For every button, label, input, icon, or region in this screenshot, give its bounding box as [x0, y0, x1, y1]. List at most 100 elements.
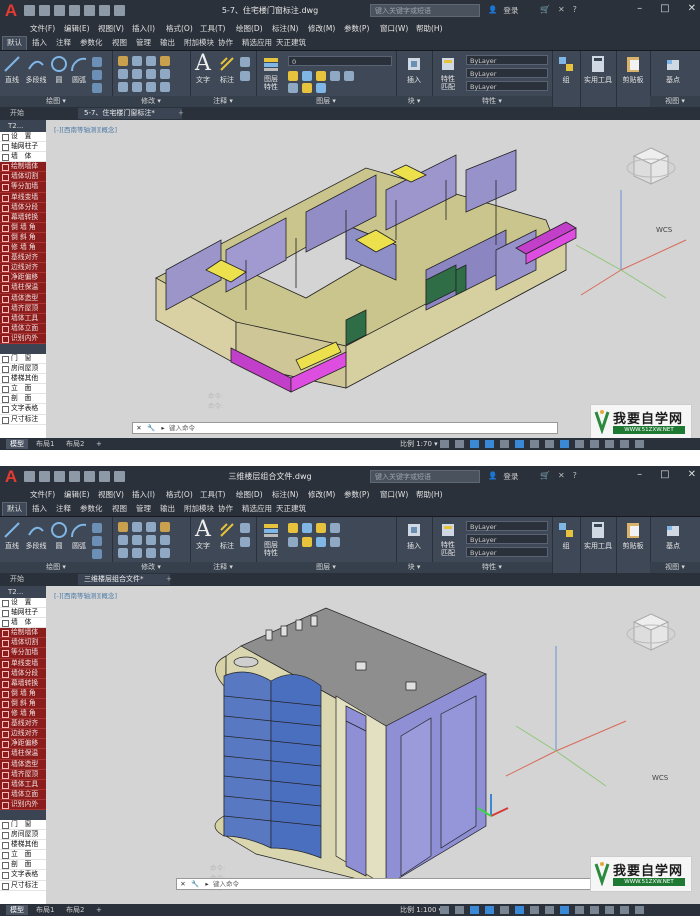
tab-featured[interactable]: 精选应用 [238, 37, 276, 48]
tab-start[interactable]: 开始 [4, 574, 30, 585]
layers-panel-label[interactable]: 图层 ▾ [256, 562, 396, 573]
search-input[interactable]: 键入关键字或短语 [370, 470, 480, 483]
expand-icon[interactable] [2, 295, 9, 303]
palette-item[interactable]: 墙体造型 [0, 759, 46, 770]
palette-item[interactable]: 墙齐屋顶 [0, 303, 46, 314]
expand-icon[interactable] [2, 245, 9, 253]
tab-annotate[interactable]: 注释 [52, 37, 75, 48]
explode-icon[interactable] [160, 69, 170, 79]
expand-icon[interactable] [2, 781, 9, 789]
stretch-icon[interactable] [118, 548, 128, 558]
viewcube-icon[interactable] [626, 138, 676, 218]
hatch-icon[interactable] [92, 536, 102, 546]
expand-icon[interactable] [2, 285, 9, 293]
arc-tool[interactable]: 圆弧 [70, 521, 88, 551]
expand-icon[interactable] [2, 600, 9, 607]
expand-icon[interactable] [2, 255, 9, 263]
menu-parametric[interactable]: 参数(P) [344, 23, 369, 34]
palette-item[interactable]: 剖 面 [0, 860, 46, 871]
otrack-icon[interactable] [515, 906, 524, 914]
expand-icon[interactable] [2, 852, 9, 860]
expand-icon[interactable] [2, 406, 9, 414]
fullscreen-icon[interactable] [620, 906, 629, 914]
annotation-visibility-icon[interactable] [560, 906, 569, 914]
wcs-label[interactable]: WCS [656, 226, 672, 234]
lineweight-dropdown[interactable]: ByLayer [466, 81, 548, 91]
expand-icon[interactable] [2, 275, 9, 283]
layers-panel-label[interactable]: 图层 ▾ [256, 96, 396, 107]
layer-match-icon[interactable] [288, 537, 298, 547]
tab-insert[interactable]: 插入 [28, 503, 51, 514]
group-tool[interactable]: 组 [556, 521, 576, 551]
expand-icon[interactable] [2, 396, 9, 404]
app-logo[interactable]: A [2, 468, 20, 486]
expand-icon[interactable] [2, 791, 9, 799]
offset-icon[interactable] [160, 82, 170, 92]
new-file-icon[interactable] [24, 5, 35, 16]
command-input[interactable]: 键入命令 [213, 880, 239, 888]
open-file-icon[interactable] [39, 5, 50, 16]
expand-icon[interactable] [2, 335, 9, 343]
layer-off-icon[interactable] [302, 523, 312, 533]
add-layout-icon[interactable]: + [92, 439, 106, 449]
expand-icon[interactable] [2, 640, 9, 648]
view-panel-label[interactable]: 视图 ▾ [650, 96, 700, 107]
array-icon[interactable] [146, 548, 156, 558]
erase-icon[interactable] [160, 56, 170, 66]
tab-output[interactable]: 输出 [156, 37, 179, 48]
viewcube-icon[interactable] [626, 604, 676, 684]
menu-draw[interactable]: 绘图(D) [236, 489, 263, 500]
expand-icon[interactable] [2, 862, 9, 870]
login-area[interactable]: 👤 登录 [488, 471, 518, 482]
insert-block-tool[interactable]: 插入 [402, 521, 426, 551]
palette-item[interactable]: 倒 墙 角 [0, 688, 46, 699]
redo-icon[interactable] [114, 471, 125, 482]
palette-item[interactable]: 尺寸标注 [0, 415, 46, 425]
tab-view[interactable]: 视图 [108, 503, 131, 514]
palette-item[interactable]: 楼梯其他 [0, 840, 46, 851]
menu-view[interactable]: 视图(V) [98, 23, 124, 34]
recent-commands-icon[interactable]: ▸ [157, 423, 169, 433]
expand-icon[interactable] [2, 660, 9, 668]
palette-item[interactable]: 基线对齐 [0, 253, 46, 264]
palette-item[interactable]: 墙体立面 [0, 323, 46, 334]
layer-match-icon[interactable] [344, 71, 354, 81]
expand-icon[interactable] [2, 751, 9, 759]
menu-dimension[interactable]: 标注(N) [272, 489, 298, 500]
properties-panel-label[interactable]: 特性 ▾ [432, 96, 552, 107]
palette-item[interactable]: 房间屋顶 [0, 830, 46, 841]
recent-commands-icon[interactable]: ▸ [201, 879, 213, 889]
gradient-icon[interactable] [92, 83, 102, 93]
expand-icon[interactable] [2, 842, 9, 850]
line-tool[interactable]: 直线 [2, 55, 22, 85]
expand-icon[interactable] [2, 882, 9, 890]
palette-item[interactable]: 墙 体 [0, 618, 46, 629]
move-icon[interactable] [118, 56, 128, 66]
expand-icon[interactable] [2, 690, 9, 698]
palette-item[interactable]: 识别内外 [0, 333, 46, 344]
tab-default[interactable]: 默认 [2, 502, 27, 516]
expand-icon[interactable] [2, 610, 9, 618]
match-properties-tool[interactable]: 特性 匹配 [436, 521, 460, 557]
gradient-icon[interactable] [92, 549, 102, 559]
maximize-icon[interactable]: □ [660, 469, 669, 480]
transparency-icon[interactable] [545, 906, 554, 914]
base-point-tool[interactable]: 基点 [658, 55, 688, 85]
mirror-icon[interactable] [132, 535, 142, 545]
tab-model[interactable]: 模型 [6, 905, 28, 915]
annotation-visibility-icon[interactable] [560, 440, 569, 448]
tab-featured[interactable]: 精选应用 [238, 503, 276, 514]
cart-icon[interactable]: 🛒 [540, 5, 550, 14]
palette-item[interactable]: 等分加墙 [0, 182, 46, 193]
text-tool[interactable]: A 文字 [192, 53, 214, 85]
save-as-icon[interactable] [69, 5, 80, 16]
rectangle-icon[interactable] [92, 523, 102, 533]
base-point-tool[interactable]: 基点 [658, 521, 688, 551]
menu-window[interactable]: 窗口(W) [380, 23, 408, 34]
tab-layout1[interactable]: 布局1 [32, 905, 58, 915]
palette-item[interactable]: 绘制墙体 [0, 162, 46, 173]
menu-tools[interactable]: 工具(T) [200, 23, 225, 34]
menu-modify[interactable]: 修改(M) [308, 489, 335, 500]
view-panel-label[interactable]: 视图 ▾ [650, 562, 700, 573]
tab-layout1[interactable]: 布局1 [32, 439, 58, 449]
